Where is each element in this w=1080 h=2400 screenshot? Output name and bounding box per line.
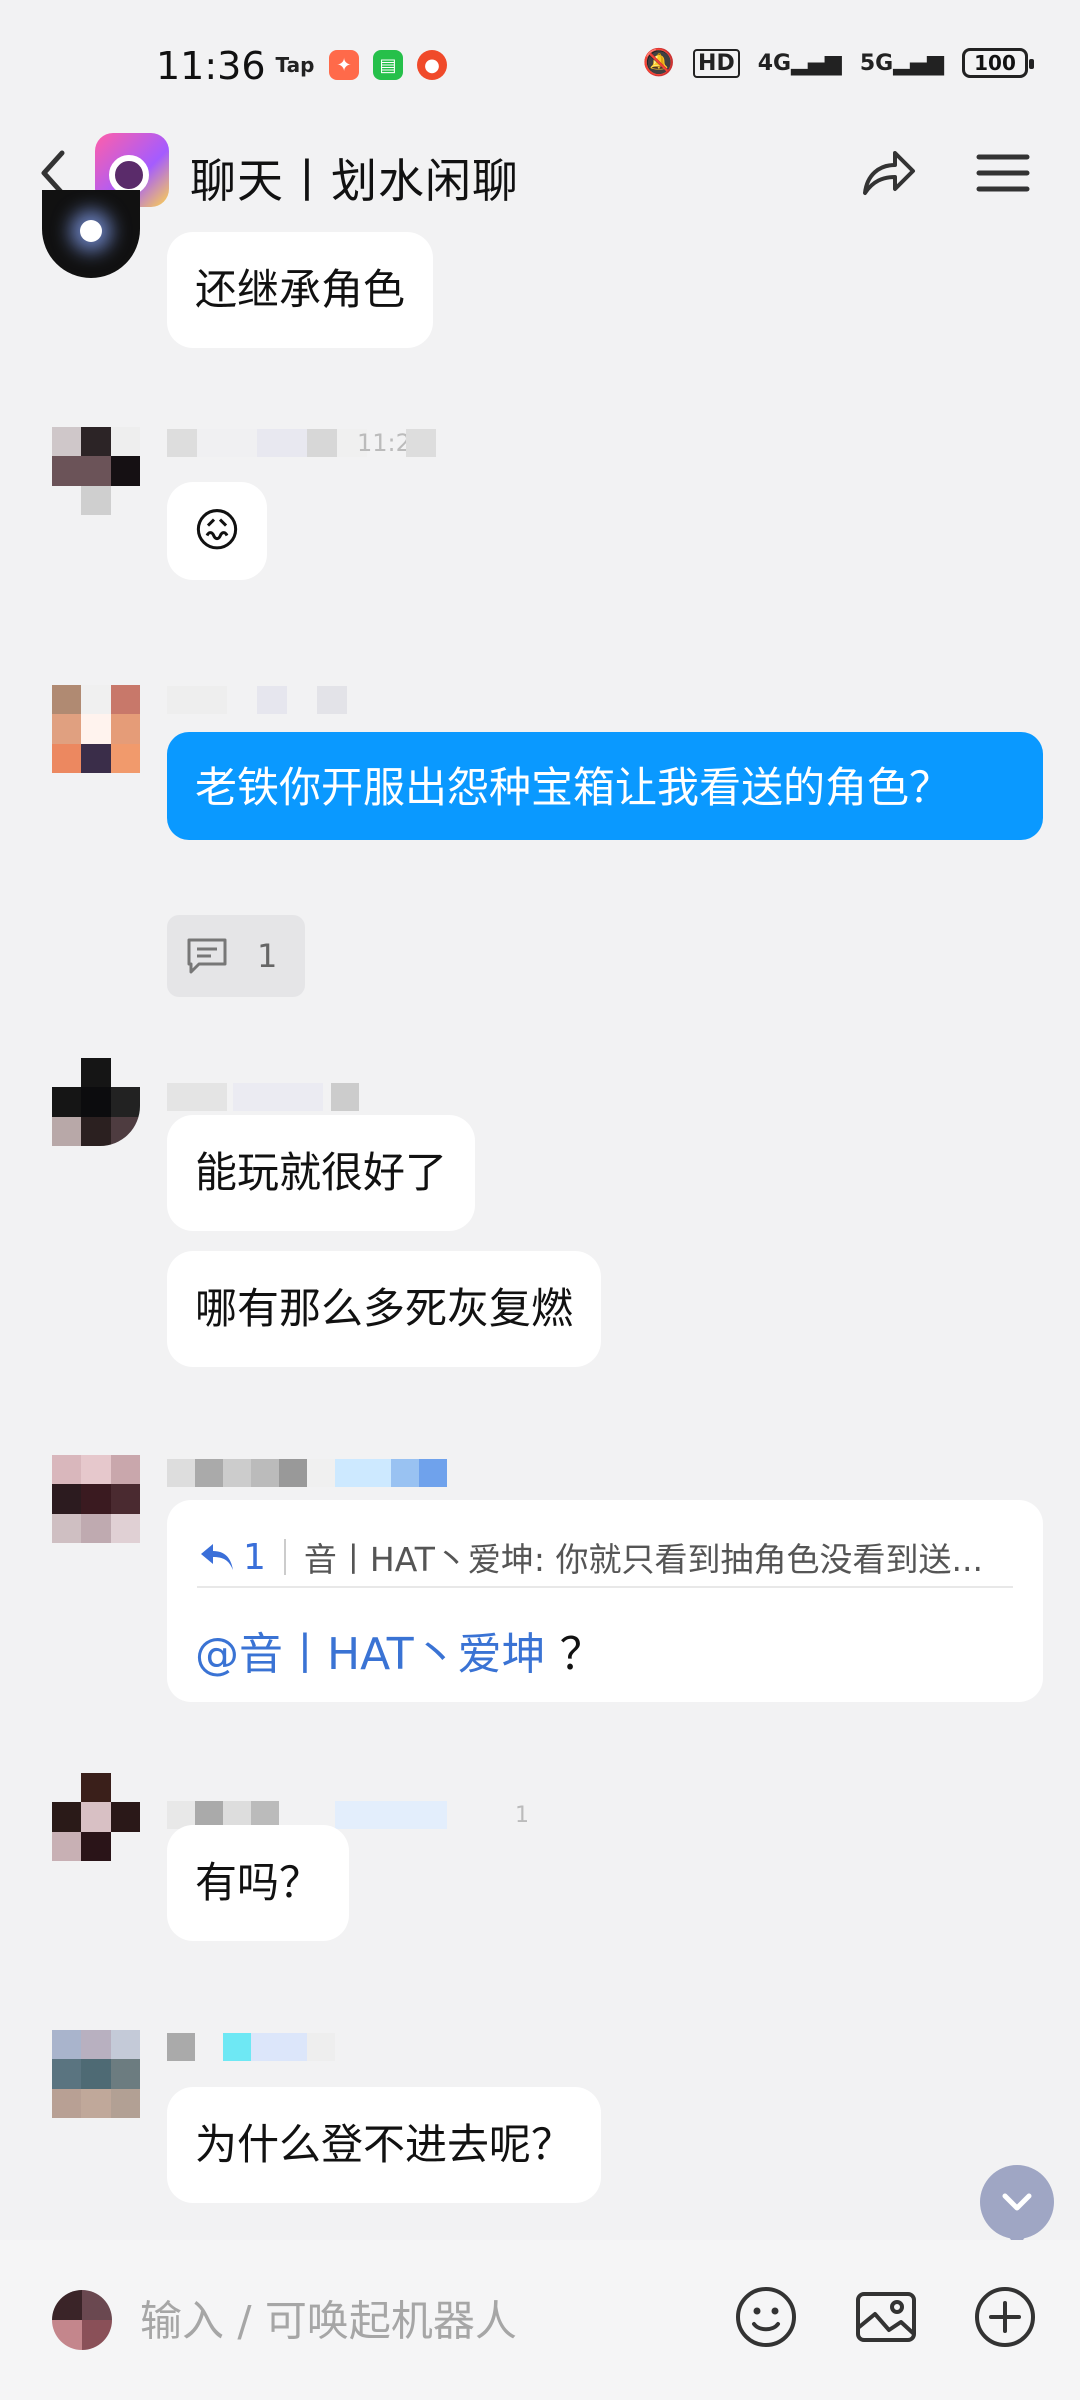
message-bubble[interactable]: 为什么登不进去呢？ [167, 2087, 602, 2203]
message-bubble-self[interactable]: 老铁你开服出怨种宝箱让我看送的角色？ [167, 732, 1043, 840]
reply-message-card[interactable]: 1 音丨HAT丶爱坤: 你就只看到抽角色没看到送... @音丨HAT丶爱坤 ？ [167, 1500, 1043, 1702]
status-app-icons: Tap ✦ ▤ ● [275, 50, 447, 80]
scroll-to-bottom-button[interactable] [980, 2165, 1054, 2249]
status-time: 11:36 [156, 44, 266, 88]
sender-name [167, 1458, 447, 1488]
message-bubble[interactable]: 还继承角色 [167, 232, 434, 348]
reply-indicator: 1 [197, 1537, 266, 1578]
comment-icon [187, 938, 227, 974]
plus-icon[interactable] [972, 2284, 1038, 2350]
mention-suffix: ？ [545, 1629, 604, 1680]
message-bubble[interactable]: 有吗？ [167, 1825, 350, 1941]
sender-name [167, 685, 347, 715]
weibo-app-icon: ● [417, 50, 447, 80]
message-text: 为什么登不进去呢？ [195, 2120, 574, 2169]
chat-header: 聊天丨划水闲聊 [0, 125, 1080, 230]
message-text: 哪有那么多死灰复燃 [195, 1284, 574, 1333]
sender-name: 11:21 [167, 428, 437, 458]
avatar[interactable] [52, 427, 140, 515]
quote-count: 1 [243, 1536, 266, 1578]
avatar[interactable] [52, 1773, 140, 1861]
quoted-message[interactable]: 1 音丨HAT丶爱坤: 你就只看到抽角色没看到送... [197, 1528, 1013, 1588]
chat-app-icon: ▤ [373, 50, 403, 80]
avatar[interactable] [52, 2030, 140, 2118]
hd-icon: HD [693, 48, 740, 78]
emoji-bubble[interactable]: 😖 [167, 482, 267, 580]
battery-icon: 100 [962, 48, 1034, 78]
message-text: 有吗？ [195, 1858, 322, 1907]
tap-app-icon: Tap [275, 53, 315, 77]
message-input[interactable]: 输入 / 可唤起机器人 [140, 2288, 517, 2349]
chevron-down-icon [1002, 2193, 1032, 2211]
message-text: 老铁你开服出怨种宝箱让我看送的角色？ [195, 763, 952, 812]
menu-icon[interactable] [975, 143, 1031, 203]
page-title: 聊天丨划水闲聊 [190, 154, 519, 208]
status-bar: 11:36 Tap ✦ ▤ ● 🔕 HD 4G▂▄▆ 5G▂▄▆ 100 [0, 0, 1080, 125]
message-bubble[interactable]: 哪有那么多死灰复燃 [167, 1251, 602, 1367]
self-avatar[interactable] [52, 2290, 112, 2350]
image-icon[interactable] [853, 2284, 919, 2350]
avatar[interactable] [52, 1058, 140, 1146]
sender-name [167, 2032, 335, 2062]
signal-4g-icon: 4G▂▄▆ [757, 50, 842, 76]
signal-5g-icon: 5G▂▄▆ [859, 50, 944, 76]
reply-icon [201, 1544, 233, 1570]
mute-icon: 🔕 [642, 48, 676, 78]
emoji-icon[interactable] [733, 2284, 799, 2350]
status-right: 🔕 HD 4G▂▄▆ 5G▂▄▆ 100 [642, 48, 1034, 78]
message-bubble[interactable]: 能玩就很好了 [167, 1115, 476, 1231]
user-mention[interactable]: @音丨HAT丶爱坤 [195, 1629, 546, 1680]
quote-text: 音丨HAT丶爱坤: 你就只看到抽角色没看到送... [303, 1540, 983, 1579]
share-icon[interactable] [855, 141, 921, 207]
reply-count-text: 1 [257, 937, 278, 975]
message-badge: 1 [515, 1802, 529, 1828]
mention-line: @音丨HAT丶爱坤 ？ [195, 1618, 604, 1682]
message-text: 能玩就很好了 [195, 1148, 448, 1197]
avatar[interactable] [52, 685, 140, 773]
avatar[interactable] [52, 1455, 140, 1543]
emoji: 😖 [193, 503, 241, 557]
avatar[interactable] [42, 190, 140, 278]
input-bar: 输入 / 可唤起机器人 [0, 2240, 1080, 2400]
game-app-icon: ✦ [329, 50, 359, 80]
thread-reply-count[interactable]: 1 [167, 915, 305, 997]
sender-name [167, 1082, 359, 1112]
message-text: 还继承角色 [195, 265, 406, 314]
